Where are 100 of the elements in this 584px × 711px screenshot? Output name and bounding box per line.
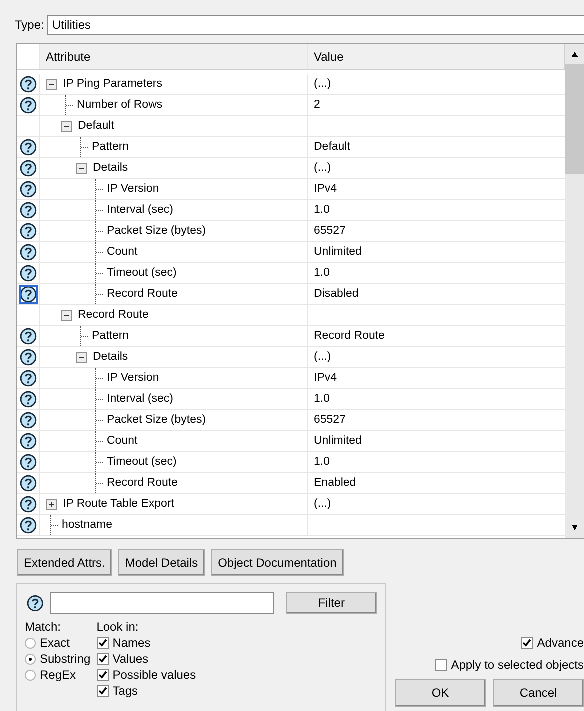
attribute-value: Disabled (314, 288, 359, 300)
checkbox-label[interactable]: Possible values (112, 668, 196, 682)
checkbox-label[interactable]: Tags (112, 684, 138, 698)
attribute-name: Details (93, 162, 128, 174)
attribute-name: Record Route (107, 288, 178, 300)
attribute-value: 1.0 (314, 393, 330, 405)
help-icon[interactable] (27, 594, 44, 612)
help-icon[interactable] (20, 454, 36, 470)
attribute-name: Number of Rows (77, 99, 163, 111)
expand-icon[interactable] (46, 498, 57, 510)
field-label: Type: (15, 18, 44, 32)
dialog-button[interactable]: Object Documentation (211, 549, 344, 576)
attribute-name: Pattern (92, 330, 130, 342)
help-icon[interactable] (20, 328, 36, 344)
help-icon[interactable] (20, 96, 36, 114)
attribute-value: IPv4 (314, 372, 338, 384)
collapse-icon[interactable] (76, 162, 87, 174)
attribute-value: Unlimited (314, 246, 362, 258)
attribute-value: Unlimited (314, 435, 362, 447)
help-icon[interactable] (20, 222, 36, 240)
radio-label[interactable]: Substring (40, 652, 91, 666)
attribute-value: 1.0 (314, 267, 330, 279)
look-in-label: Look in: (96, 620, 140, 635)
dialog-button[interactable]: Extended Attrs. (17, 549, 112, 576)
attribute-value: Default (314, 141, 350, 153)
help-icon[interactable] (20, 286, 36, 302)
dialog-button[interactable]: Cancel (493, 679, 584, 707)
help-icon[interactable] (20, 412, 36, 428)
radio-button[interactable] (25, 670, 36, 680)
filter-field[interactable] (50, 592, 274, 614)
attribute-name: hostname (62, 519, 113, 531)
attribute-value: 65527 (314, 414, 346, 426)
attribute-value: 1.0 (314, 456, 330, 468)
attribute-value: Enabled (314, 477, 356, 489)
match-label: Match: (25, 620, 62, 635)
checkbox-label[interactable]: Advance (537, 636, 584, 650)
checkbox-label[interactable]: Values (112, 652, 149, 666)
attribute-name: Packet Size (bytes) (107, 414, 206, 426)
attribute-name: IP Route Table Export (63, 498, 174, 510)
attribute-name: Timeout (sec) (107, 456, 177, 468)
attribute-name: Interval (sec) (107, 393, 174, 405)
radio-button[interactable] (25, 638, 36, 648)
scroll-thumb[interactable] (565, 64, 584, 174)
attribute-value: (...) (314, 498, 332, 510)
attribute-value: (...) (314, 351, 332, 363)
checkbox[interactable] (96, 653, 109, 665)
help-icon[interactable] (20, 432, 36, 450)
attribute-name: Default (78, 120, 114, 132)
dialog-button[interactable]: OK (395, 679, 486, 707)
help-icon[interactable] (20, 160, 36, 176)
attribute-value: 1.0 (314, 204, 330, 216)
radio-button[interactable] (25, 654, 36, 664)
scrollbar[interactable] (565, 44, 584, 538)
attribute-name: Count (107, 435, 138, 447)
attribute-name: Packet Size (bytes) (107, 225, 206, 237)
attribute-value: 2 (314, 99, 320, 111)
help-icon[interactable] (20, 474, 36, 492)
radio-label[interactable]: Exact (40, 636, 70, 650)
attribute-name: IP Version (107, 372, 160, 384)
checkbox[interactable] (521, 637, 534, 649)
help-icon[interactable] (20, 496, 36, 512)
attribute-name: Pattern (92, 141, 130, 153)
checkbox[interactable] (96, 685, 109, 697)
attribute-name: IP Ping Parameters (63, 78, 163, 90)
help-icon[interactable] (20, 516, 36, 534)
attribute-value: (...) (314, 78, 332, 90)
help-icon[interactable] (20, 264, 36, 282)
help-icon[interactable] (20, 180, 36, 198)
column-header[interactable]: Attribute (40, 44, 308, 69)
collapse-icon[interactable] (76, 352, 87, 362)
attribute-value: 65527 (314, 225, 346, 237)
attribute-value: IPv4 (314, 183, 338, 195)
collapse-icon[interactable] (61, 120, 72, 132)
checkbox[interactable] (96, 669, 109, 681)
attribute-name: Record Route (78, 309, 149, 321)
attribute-value: (...) (314, 162, 332, 174)
type-field[interactable]: Utilities (47, 15, 584, 35)
help-icon[interactable] (20, 348, 36, 366)
help-icon[interactable] (20, 202, 36, 218)
radio-label[interactable]: RegEx (40, 668, 76, 682)
collapse-icon[interactable] (61, 310, 72, 320)
attribute-name: Record Route (107, 477, 178, 489)
checkbox-label[interactable]: Apply to selected objects (451, 658, 584, 672)
checkbox[interactable] (96, 637, 109, 649)
help-icon[interactable] (20, 390, 36, 408)
help-icon[interactable] (20, 244, 36, 260)
attribute-name: Count (107, 246, 138, 258)
help-icon[interactable] (20, 76, 36, 92)
attribute-name: Details (93, 351, 128, 363)
help-icon[interactable] (20, 370, 36, 386)
attribute-value: Record Route (314, 330, 385, 342)
attribute-name: Interval (sec) (107, 204, 174, 216)
help-icon[interactable] (20, 138, 36, 156)
checkbox[interactable] (435, 659, 448, 671)
collapse-icon[interactable] (46, 78, 57, 90)
checkbox-label[interactable]: Names (112, 636, 151, 650)
attribute-name: IP Version (107, 183, 160, 195)
dialog-button[interactable]: Model Details (118, 549, 206, 576)
filter-button[interactable]: Filter (286, 592, 377, 614)
attribute-name: Timeout (sec) (107, 267, 177, 279)
